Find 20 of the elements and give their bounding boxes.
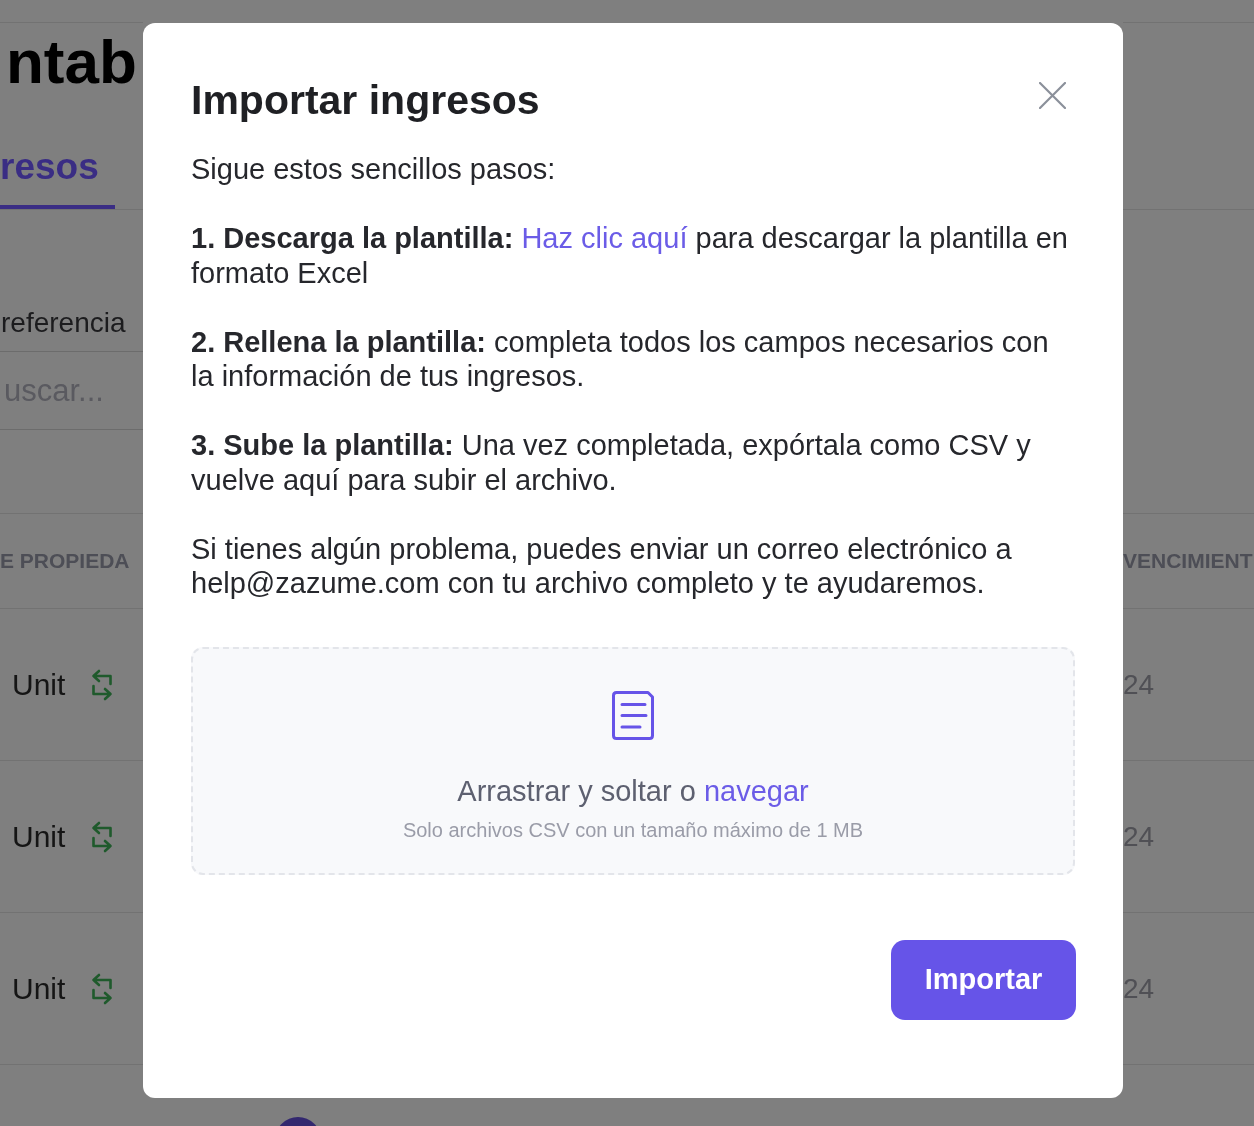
browse-link[interactable]: navegar bbox=[703, 774, 809, 807]
table-cell-text: Unit bbox=[11, 971, 66, 1006]
help-text: Si tienes algún problema, puedes enviar un correo electrónico a help@zazume.com con tu archivo completo y te ayudaremos. bbox=[191, 531, 1013, 601]
tab[interactable]: resos bbox=[0, 145, 115, 209]
document-icon bbox=[612, 690, 654, 740]
filter-label: referencia bbox=[0, 307, 126, 339]
dialog-title: Importar ingresos bbox=[191, 76, 540, 124]
step-text: 1. Descarga la plantilla: Haz clic aquí para descargar la plantilla en formato Excel bbox=[191, 221, 1069, 290]
download-link[interactable]: Haz clic aquí bbox=[521, 222, 688, 254]
table-cell-text: Unit bbox=[11, 667, 66, 702]
table-cell-text: Unit bbox=[11, 819, 66, 854]
close-icon[interactable] bbox=[1039, 82, 1066, 109]
step-text: 3. Sube la plantilla: Una vez completada, expórtala como CSV y vuelve aquí para subir el archivo. bbox=[191, 428, 1032, 497]
file-drop-zone[interactable]: Arrastrar y soltar o navegar Solo archivos CSV con un tamaño máximo de 1 MB bbox=[191, 646, 1075, 875]
import-button[interactable]: Importar bbox=[891, 939, 1076, 1020]
file-hint: Solo archivos CSV con un tamaño máximo de 1 MB bbox=[402, 817, 864, 842]
drop-instruction: Arrastrar y soltar o navegar bbox=[457, 773, 809, 809]
page-title: ntab bbox=[6, 26, 137, 98]
intro-text: Sigue estos sencillos pasos: bbox=[191, 152, 557, 187]
step-text: 2. Rellena la plantilla: completa todos los campos necesarios con la información de tus ingresos. bbox=[191, 324, 1050, 394]
